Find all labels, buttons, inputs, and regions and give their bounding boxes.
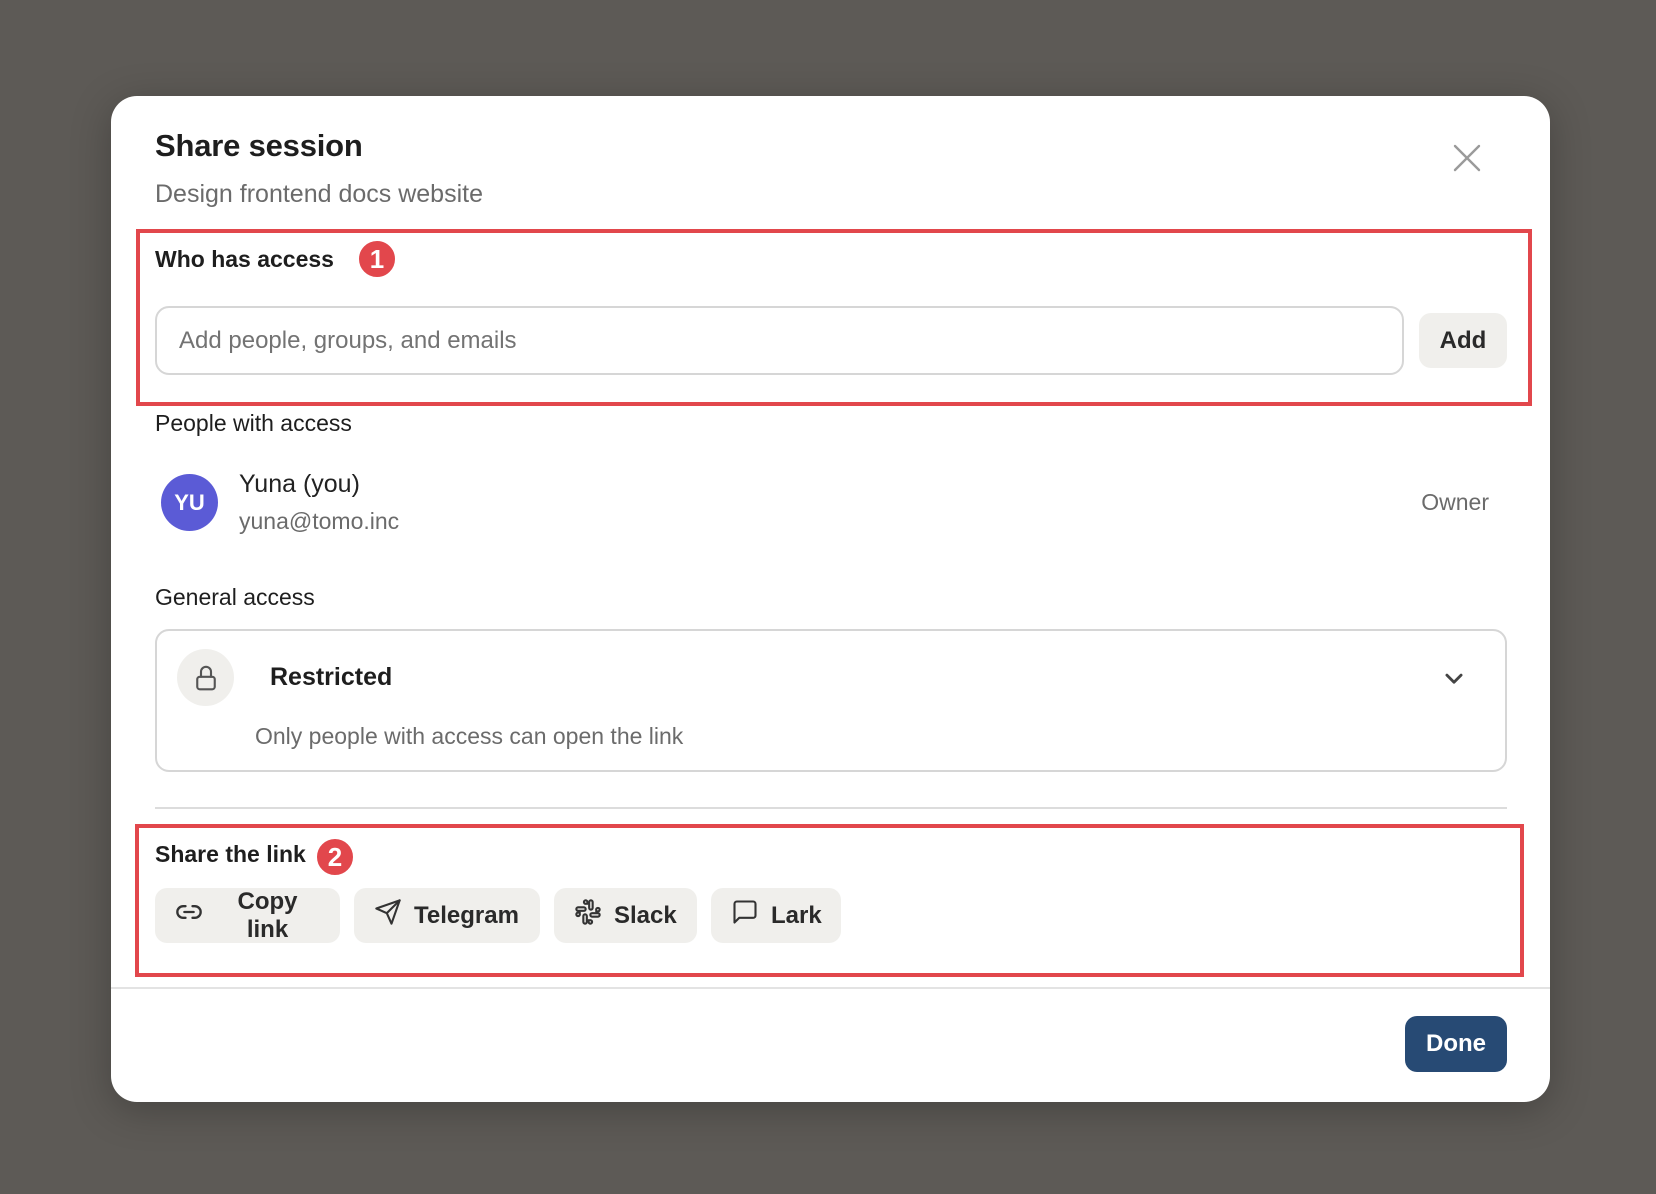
share-dialog: Share session Design frontend docs websi…: [111, 96, 1550, 1102]
telegram-label: Telegram: [414, 901, 519, 929]
who-has-access-label: Who has access: [155, 246, 334, 272]
copy-link-label: Copy link: [237, 887, 298, 943]
people-with-access-label: People with access: [155, 410, 352, 436]
annotation-badge-2: 2: [315, 837, 355, 877]
lark-label: Lark: [771, 901, 822, 929]
slack-icon: [574, 898, 602, 933]
annotation-badge-1: 1: [357, 239, 397, 279]
avatar: YU: [161, 474, 218, 531]
add-button[interactable]: Add: [1419, 313, 1507, 368]
general-access-select[interactable]: Restricted Only people with access can o…: [155, 629, 1507, 772]
telegram-button[interactable]: Telegram: [354, 888, 540, 943]
chevron-down-icon: [1437, 661, 1471, 695]
done-button[interactable]: Done: [1405, 1016, 1507, 1072]
lark-button[interactable]: Lark: [711, 888, 841, 943]
general-access-label: General access: [155, 584, 315, 610]
access-description: Only people with access can open the lin…: [255, 723, 684, 749]
slack-label: Slack: [614, 901, 677, 929]
share-the-link-label: Share the link: [155, 841, 306, 867]
lock-icon: [177, 649, 234, 706]
footer-divider: [111, 987, 1550, 989]
slack-button[interactable]: Slack: [554, 888, 697, 943]
person-role: Owner: [1421, 489, 1489, 515]
person-name: Yuna (you): [239, 470, 360, 498]
copy-link-button[interactable]: Copy link: [155, 888, 340, 943]
close-icon[interactable]: [1449, 140, 1485, 176]
person-email: yuna@tomo.inc: [239, 508, 400, 534]
dialog-title: Share session: [155, 128, 363, 163]
divider: [155, 807, 1507, 809]
add-people-input[interactable]: [155, 306, 1404, 375]
link-icon: [175, 898, 203, 933]
send-icon: [374, 898, 402, 933]
dialog-subtitle: Design frontend docs website: [155, 180, 483, 208]
message-square-icon: [731, 898, 759, 933]
access-level: Restricted: [270, 663, 393, 691]
